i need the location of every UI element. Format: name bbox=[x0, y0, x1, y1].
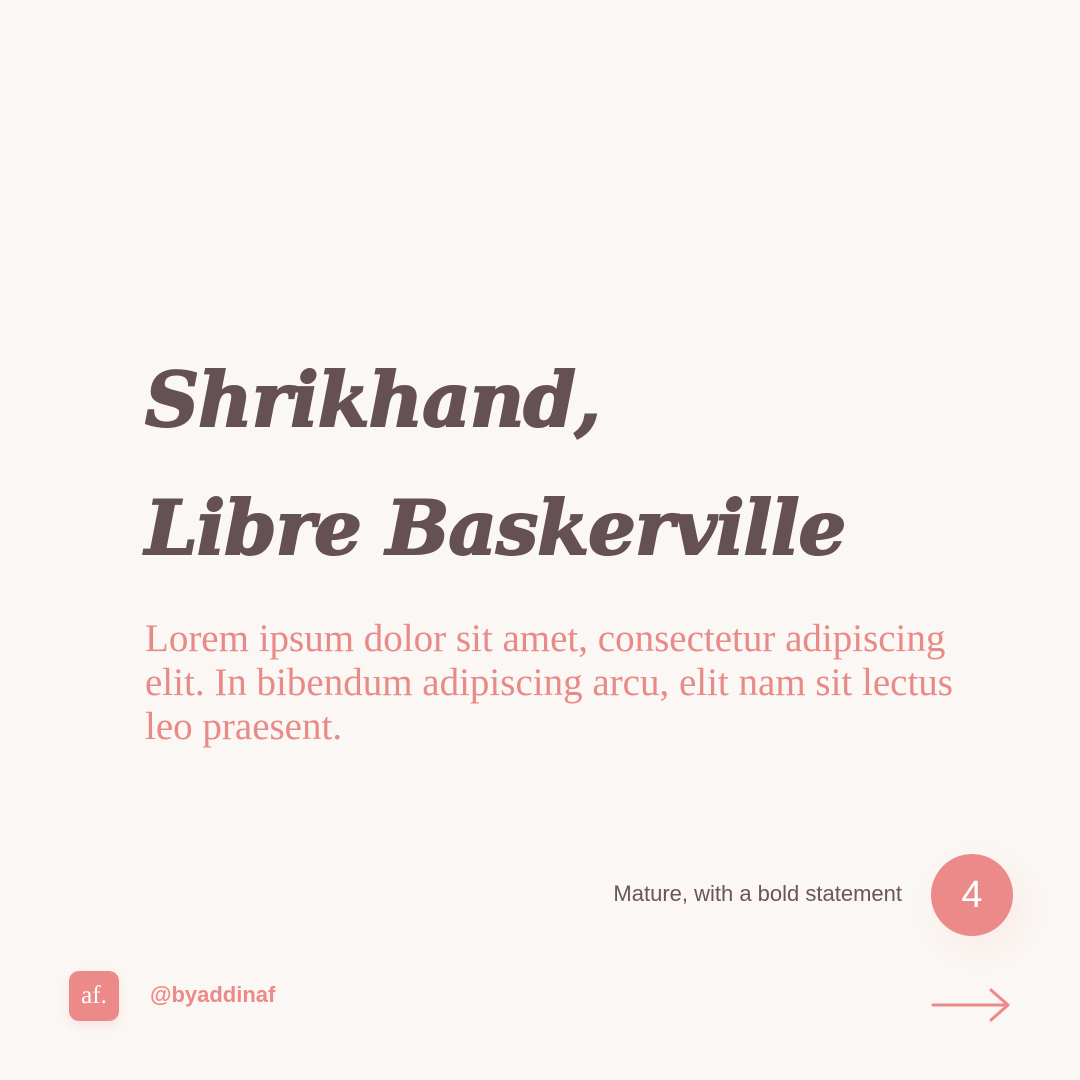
slide-page: Shrikhand, Libre Baskerville Lorem ipsum… bbox=[0, 0, 1080, 1080]
arrow-right-icon[interactable] bbox=[931, 985, 1011, 1025]
body-text: Lorem ipsum dolor sit amet, consectetur … bbox=[145, 617, 953, 748]
slide-number-badge: 4 bbox=[931, 854, 1013, 936]
style-caption: Mature, with a bold statement bbox=[613, 881, 902, 906]
headline-line-2: Libre Baskerville bbox=[144, 483, 847, 573]
page-title: Shrikhand, Libre Baskerville bbox=[144, 336, 1025, 592]
headline-line-1: Shrikhand, bbox=[144, 355, 602, 445]
account-handle: @byaddinaf bbox=[150, 982, 276, 1007]
brand-logo: af. bbox=[69, 971, 119, 1021]
